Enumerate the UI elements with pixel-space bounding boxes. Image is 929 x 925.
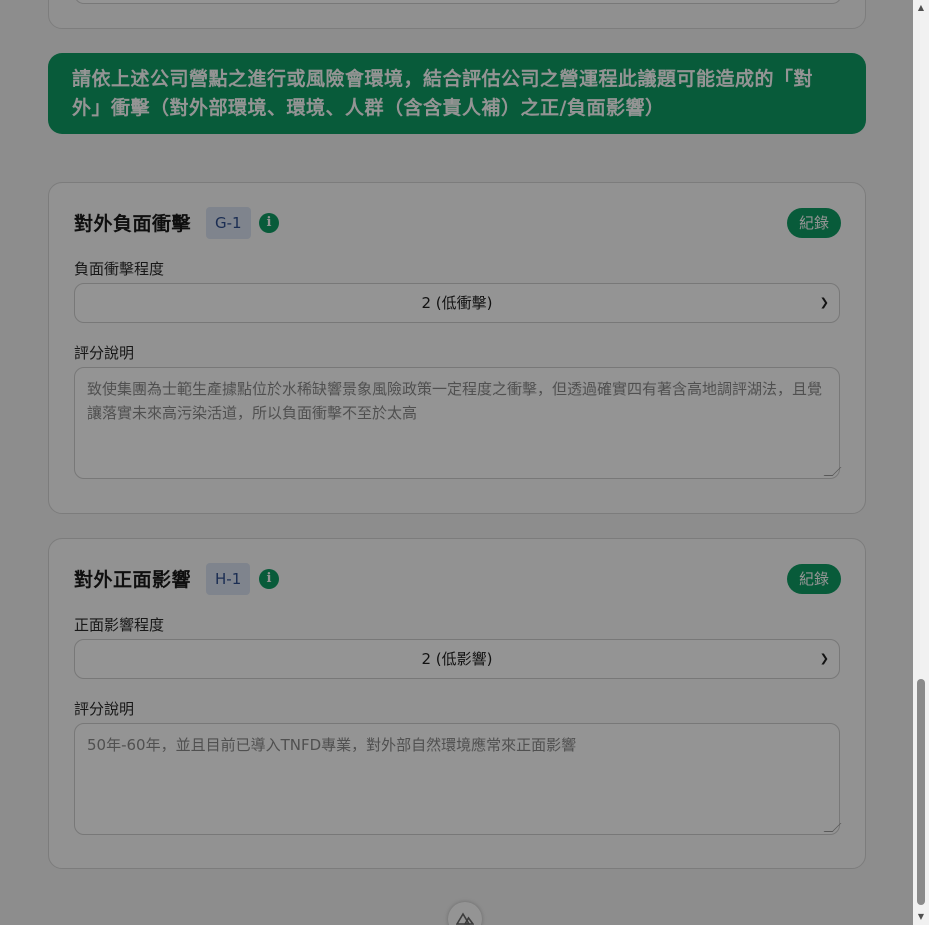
instruction-banner: 請依上述公司營點之進行或風險會環境，結合評估公司之營運程此議題可能造成的「對 外… xyxy=(48,53,866,134)
chevron-down-icon: ❯ xyxy=(819,652,829,665)
chevron-down-icon: ❯ xyxy=(819,296,829,309)
previous-textarea-bottom[interactable] xyxy=(74,0,842,4)
explain-textarea[interactable]: 50年-60年，並且目前已導入TNFD專業，對外部自然環境應常來正面影響 xyxy=(74,723,842,835)
explain-text: 50年-60年，並且目前已導入TNFD專業，對外部自然環境應常來正面影響 xyxy=(87,736,577,754)
code-badge: H-1 xyxy=(206,563,251,595)
scroll-up-arrow-icon[interactable]: ▲ xyxy=(913,0,929,16)
record-button[interactable]: 紀錄 xyxy=(786,564,841,594)
card-title: 對外負面衝擊 xyxy=(74,213,192,235)
code-badge: G-1 xyxy=(206,207,251,239)
card-title: 對外正面影響 xyxy=(74,569,192,591)
positive-impact-card: 對外正面影響 H-1 i 紀錄 正面影響程度 2 (低影響) ❯ 評分說明 50… xyxy=(48,538,866,869)
level-label: 正面影響程度 xyxy=(74,616,165,634)
resize-handle-icon[interactable] xyxy=(823,823,842,832)
level-label: 負面衝擊程度 xyxy=(74,260,165,278)
explain-textarea[interactable]: 致使集團為士範生產據點位於水稀缺響景象風險政策一定程度之衝擊，但透過確實四有著含… xyxy=(74,367,842,479)
impact-level-select[interactable]: 2 (低衝擊) ❯ xyxy=(74,283,840,323)
previous-card-bottom xyxy=(48,0,866,29)
info-icon[interactable]: i xyxy=(259,213,279,233)
impact-level-value: 2 (低衝擊) xyxy=(421,294,493,312)
scroll-down-arrow-icon[interactable]: ▼ xyxy=(913,909,929,925)
explain-label: 評分說明 xyxy=(74,344,135,362)
scroll-thumb[interactable] xyxy=(917,679,925,905)
page: 請依上述公司營點之進行或風險會環境，結合評估公司之營運程此議題可能造成的「對 外… xyxy=(0,0,913,925)
resize-handle-icon[interactable] xyxy=(823,467,842,476)
negative-impact-card: 對外負面衝擊 G-1 i 紀錄 負面衝擊程度 2 (低衝擊) ❯ 評分說明 致使… xyxy=(48,182,866,514)
info-icon[interactable]: i xyxy=(259,569,279,589)
banner-line-1: 請依上述公司營點之進行或風險會環境，結合評估公司之營運程此議題可能造成的「對 xyxy=(72,68,814,90)
explain-text: 致使集團為士範生產據點位於水稀缺響景象風險政策一定程度之衝擊，但透過確實四有著含… xyxy=(87,380,823,422)
explain-label: 評分說明 xyxy=(74,700,135,718)
banner-line-2: 外」衝擊（對外部環境、環境、人群（含含責人補）之正/負面影響） xyxy=(72,97,665,119)
record-button[interactable]: 紀錄 xyxy=(786,208,841,238)
vertical-scrollbar[interactable]: ▲ ▼ xyxy=(913,0,929,925)
impact-level-value: 2 (低影響) xyxy=(421,650,493,668)
nuxt-logo-icon[interactable] xyxy=(448,902,482,925)
impact-level-select[interactable]: 2 (低影響) ❯ xyxy=(74,639,840,679)
